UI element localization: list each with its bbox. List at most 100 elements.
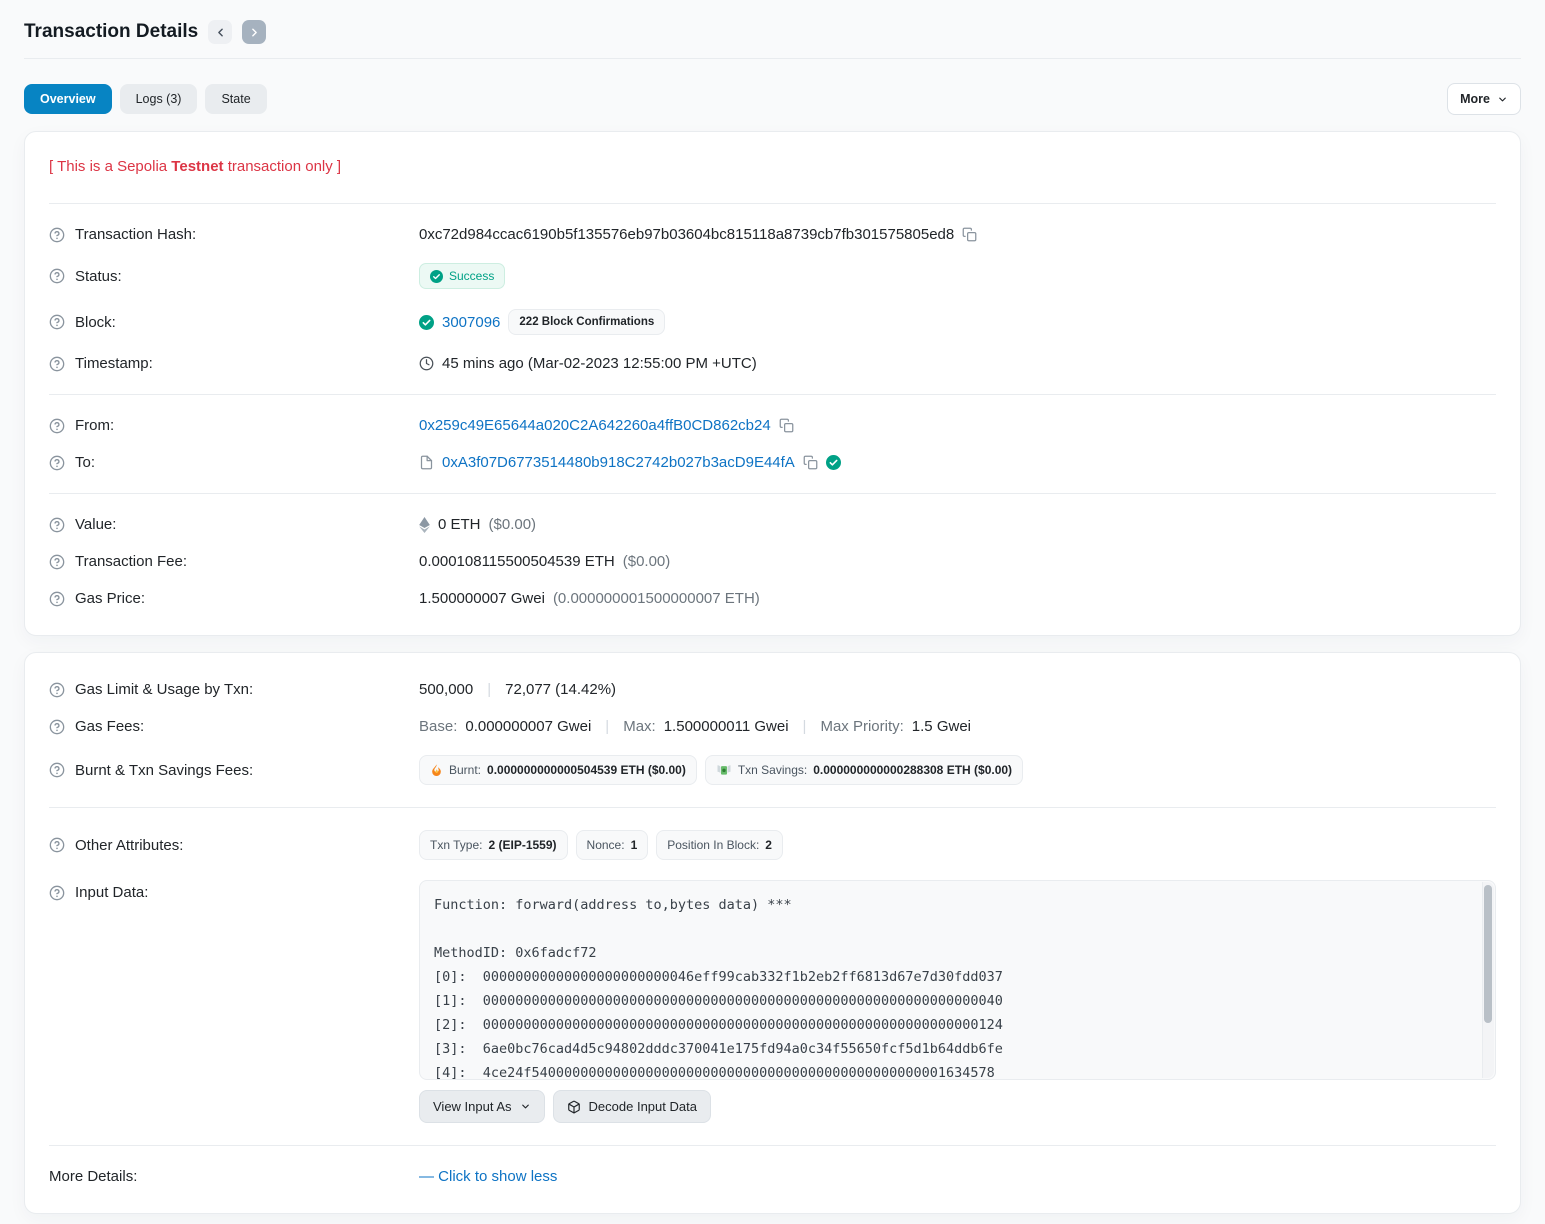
status-badge: Success bbox=[419, 263, 505, 289]
max-fee-value: 1.500000011 Gwei bbox=[664, 718, 789, 735]
value-usd: ($0.00) bbox=[489, 516, 537, 533]
separator: | bbox=[797, 718, 813, 735]
help-icon bbox=[49, 418, 65, 434]
row-gas-price: Gas Price: 1.500000007 Gwei (0.000000001… bbox=[49, 580, 1496, 617]
burnt-badge: Burnt: 0.000000000000504539 ETH ($0.00) bbox=[419, 755, 697, 785]
copy-transaction-hash-button[interactable] bbox=[962, 227, 977, 242]
row-block: Block: 3007096 222 Block Confirmations bbox=[49, 299, 1496, 345]
input-data-content: Function: forward(address to,bytes data)… bbox=[420, 881, 1495, 1080]
transaction-hash-label: Transaction Hash: bbox=[75, 226, 196, 243]
transaction-fee-label: Transaction Fee: bbox=[75, 553, 187, 570]
block-number-link[interactable]: 3007096 bbox=[442, 314, 500, 331]
help-icon bbox=[49, 356, 65, 372]
tab-logs[interactable]: Logs (3) bbox=[120, 84, 198, 114]
row-burnt-savings: Burnt & Txn Savings Fees: Burnt: 0.00000… bbox=[49, 745, 1496, 795]
copy-to-address-button[interactable] bbox=[803, 455, 818, 470]
max-priority-label: Max Priority: bbox=[820, 718, 903, 735]
block-label: Block: bbox=[75, 314, 116, 331]
transaction-fee-amount: 0.000108115500504539 ETH bbox=[419, 553, 615, 570]
page-header: Transaction Details bbox=[24, 0, 1521, 59]
status-label: Status: bbox=[75, 268, 122, 285]
more-dropdown-button[interactable]: More bbox=[1447, 83, 1521, 115]
separator: | bbox=[481, 681, 497, 698]
burnt-savings-label: Burnt & Txn Savings Fees: bbox=[75, 762, 253, 779]
decode-input-data-button[interactable]: Decode Input Data bbox=[553, 1090, 711, 1123]
row-input-data: Input Data: Function: forward(address to… bbox=[49, 870, 1496, 1133]
copy-from-address-button[interactable] bbox=[779, 418, 794, 433]
contract-file-icon bbox=[419, 455, 434, 470]
check-circle-icon bbox=[430, 270, 443, 283]
next-transaction-button[interactable] bbox=[242, 20, 266, 44]
divider bbox=[49, 493, 1496, 494]
decode-cube-icon bbox=[567, 1100, 581, 1114]
transaction-fee-usd: ($0.00) bbox=[623, 553, 671, 570]
txn-savings-badge: Txn Savings: 0.000000000000288308 ETH ($… bbox=[705, 755, 1023, 785]
value-amount: 0 ETH bbox=[438, 516, 481, 533]
previous-transaction-button[interactable] bbox=[208, 20, 232, 44]
row-other-attributes: Other Attributes: Txn Type: 2 (EIP-1559)… bbox=[49, 820, 1496, 870]
testnet-banner: [ This is a Sepolia Testnet transaction … bbox=[49, 150, 1496, 191]
row-more-details: More Details: — Click to show less bbox=[49, 1158, 1496, 1195]
clock-icon bbox=[419, 356, 434, 371]
row-value: Value: 0 ETH ($0.00) bbox=[49, 506, 1496, 543]
other-attributes-label: Other Attributes: bbox=[75, 837, 183, 854]
base-fee-label: Base: bbox=[419, 718, 457, 735]
input-data-actions: View Input As Decode Input Data bbox=[419, 1090, 1496, 1123]
scrollbar-track[interactable] bbox=[1482, 882, 1494, 1078]
help-icon bbox=[49, 591, 65, 607]
position-in-block-badge: Position In Block: 2 bbox=[656, 830, 783, 860]
tab-overview[interactable]: Overview bbox=[24, 84, 112, 114]
help-icon bbox=[49, 719, 65, 735]
check-circle-icon bbox=[419, 315, 434, 330]
row-gas-limit: Gas Limit & Usage by Txn: 500,000 | 72,0… bbox=[49, 671, 1496, 708]
gas-price-eth: (0.000000001500000007 ETH) bbox=[553, 590, 760, 607]
row-to: To: 0xA3f07D6773514480b918C2742b027b3acD… bbox=[49, 444, 1496, 481]
nonce-badge: Nonce: 1 bbox=[576, 830, 649, 860]
chevron-down-icon bbox=[520, 1101, 531, 1112]
gas-limit-label: Gas Limit & Usage by Txn: bbox=[75, 681, 253, 698]
to-address-link[interactable]: 0xA3f07D6773514480b918C2742b027b3acD9E44… bbox=[442, 454, 795, 471]
help-icon bbox=[49, 682, 65, 698]
copy-icon bbox=[803, 455, 818, 470]
gas-price-gwei: 1.500000007 Gwei bbox=[419, 590, 545, 607]
tab-bar: Overview Logs (3) State More bbox=[24, 83, 1521, 115]
gas-usage-value: 72,077 (14.42%) bbox=[505, 681, 616, 698]
gas-price-label: Gas Price: bbox=[75, 590, 145, 607]
tab-state[interactable]: State bbox=[205, 84, 266, 114]
divider bbox=[49, 394, 1496, 395]
money-wings-icon bbox=[716, 764, 732, 777]
from-address-link[interactable]: 0x259c49E65644a020C2A642260a4ffB0CD862cb… bbox=[419, 417, 771, 434]
timestamp-value: 45 mins ago (Mar-02-2023 12:55:00 PM +UT… bbox=[442, 355, 757, 372]
transaction-hash-value: 0xc72d984ccac6190b5f135576eb97b03604bc81… bbox=[419, 226, 954, 243]
help-icon bbox=[49, 554, 65, 570]
view-input-as-button[interactable]: View Input As bbox=[419, 1090, 545, 1123]
timestamp-label: Timestamp: bbox=[75, 355, 153, 372]
scrollbar-thumb[interactable] bbox=[1484, 885, 1492, 1023]
max-priority-value: 1.5 Gwei bbox=[912, 718, 971, 735]
help-icon bbox=[49, 227, 65, 243]
show-less-link[interactable]: — Click to show less bbox=[419, 1168, 557, 1185]
page-title: Transaction Details bbox=[24, 21, 198, 43]
row-transaction-hash: Transaction Hash: 0xc72d984ccac6190b5f13… bbox=[49, 216, 1496, 253]
row-timestamp: Timestamp: 45 mins ago (Mar-02-2023 12:5… bbox=[49, 345, 1496, 382]
copy-icon bbox=[962, 227, 977, 242]
help-icon bbox=[49, 268, 65, 284]
from-label: From: bbox=[75, 417, 114, 434]
gas-fees-label: Gas Fees: bbox=[75, 718, 144, 735]
verified-check-icon bbox=[826, 455, 841, 470]
eth-icon bbox=[419, 517, 430, 533]
overview-card: [ This is a Sepolia Testnet transaction … bbox=[24, 131, 1521, 636]
divider bbox=[49, 807, 1496, 808]
gas-limit-value: 500,000 bbox=[419, 681, 473, 698]
row-from: From: 0x259c49E65644a020C2A642260a4ffB0C… bbox=[49, 407, 1496, 444]
help-icon bbox=[49, 837, 65, 853]
txn-type-badge: Txn Type: 2 (EIP-1559) bbox=[419, 830, 568, 860]
help-icon bbox=[49, 517, 65, 533]
chevron-right-icon bbox=[248, 26, 261, 39]
row-transaction-fee: Transaction Fee: 0.000108115500504539 ET… bbox=[49, 543, 1496, 580]
help-icon bbox=[49, 455, 65, 471]
row-gas-fees: Gas Fees: Base: 0.000000007 Gwei | Max: … bbox=[49, 708, 1496, 745]
copy-icon bbox=[779, 418, 794, 433]
max-fee-label: Max: bbox=[623, 718, 656, 735]
input-data-box[interactable]: Function: forward(address to,bytes data)… bbox=[419, 880, 1496, 1080]
